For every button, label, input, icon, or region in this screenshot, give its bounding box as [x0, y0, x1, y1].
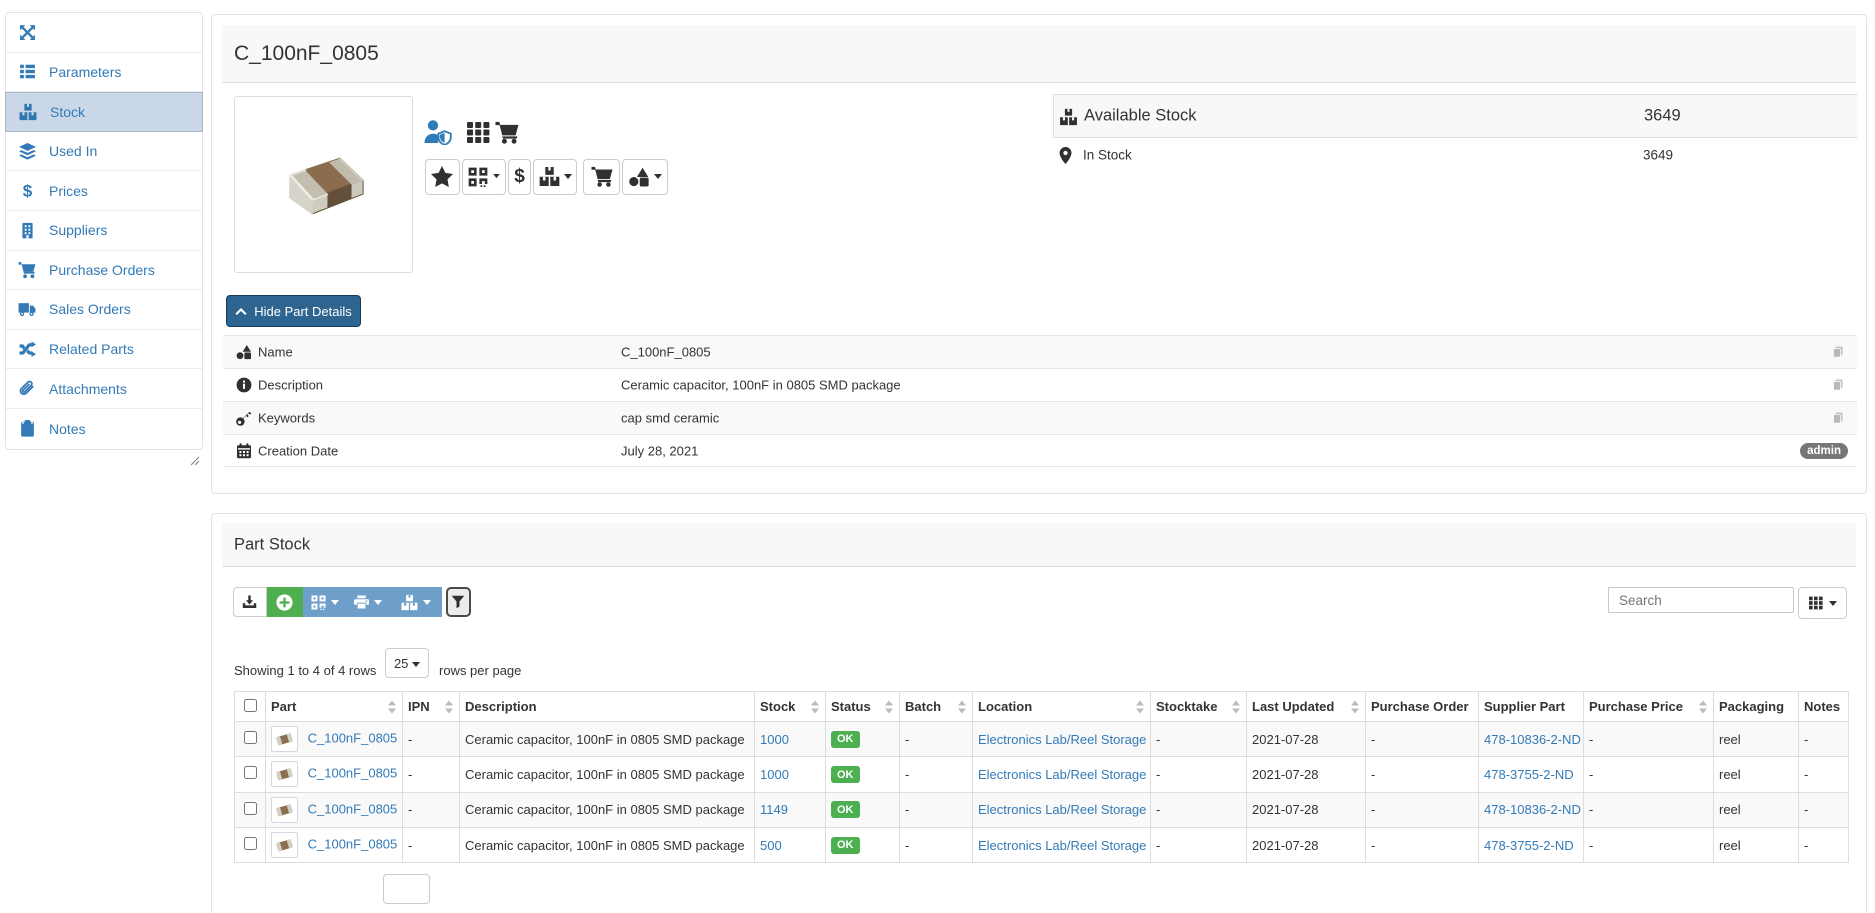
svg-text:$: $	[22, 182, 32, 199]
